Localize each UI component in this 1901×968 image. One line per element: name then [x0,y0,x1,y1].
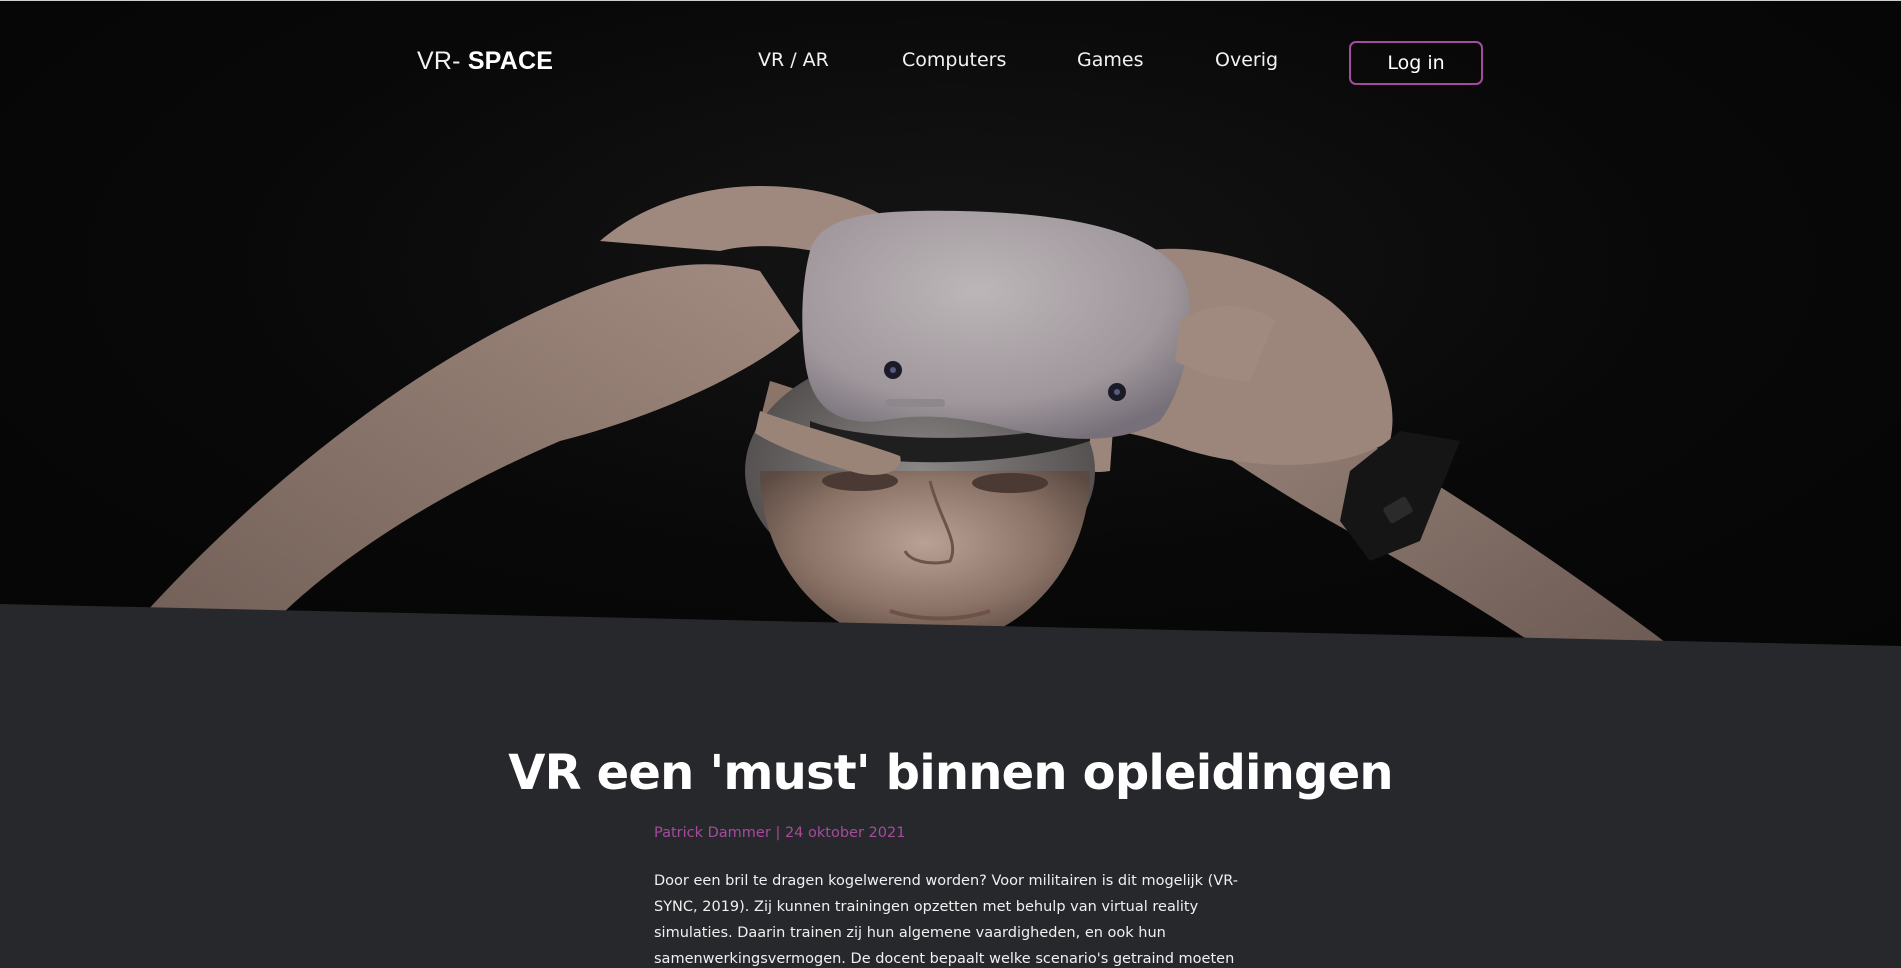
nav-item-vr-ar[interactable]: VR / AR [758,49,829,71]
article-byline: Patrick Dammer | 24 oktober 2021 [654,825,905,841]
logo-prefix: VR- [417,47,468,75]
article-paragraph: Door een bril te dragen kogelwerend word… [654,873,1238,967]
login-button[interactable]: Log in [1349,41,1483,85]
site-logo[interactable]: VR- SPACE [417,47,553,76]
nav-item-games[interactable]: Games [1077,49,1143,71]
article-title: VR een 'must' binnen opleidingen [508,745,1393,801]
nav-item-computers[interactable]: Computers [902,49,1006,71]
logo-name: SPACE [467,47,554,75]
byline-separator: | [775,825,781,841]
nav-item-overig[interactable]: Overig [1215,49,1278,71]
top-navigation: VR- SPACE VR / AR Computers Games Overig… [0,0,1901,125]
article-author[interactable]: Patrick Dammer [654,825,771,841]
article-date: 24 oktober 2021 [784,825,906,841]
